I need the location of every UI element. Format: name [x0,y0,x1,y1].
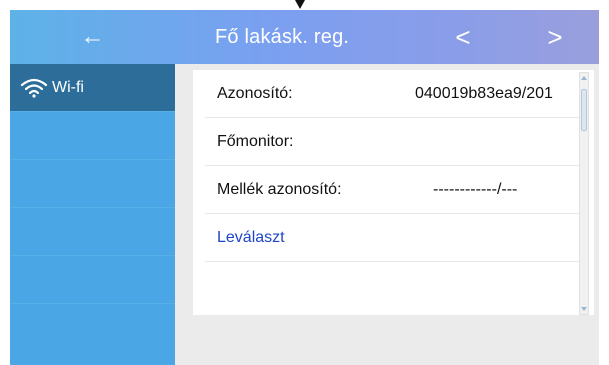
sidebar-item-empty [10,208,175,256]
sidebar: Wi-fi [10,64,175,365]
chevron-left-icon: < [455,21,471,52]
sidebar-item-empty [10,160,175,208]
previous-page-button[interactable]: < [443,10,483,64]
row-id: Azonosító: 040019b83ea9/201 [205,70,580,118]
extension-id-value: ------------/--- [433,180,518,198]
sidebar-item-empty [10,112,175,160]
row-empty [205,262,580,310]
id-label: Azonosító: [217,84,293,102]
scroll-down-icon[interactable] [581,307,587,311]
header-bar: ← Fő lakásk. reg. < > [10,10,599,64]
main-monitor-label: Főmonitor: [217,132,294,150]
next-page-button[interactable]: > [535,10,575,64]
row-main-monitor: Főmonitor: [205,118,580,166]
sidebar-item-empty [10,256,175,304]
back-arrow-icon: ← [80,23,105,50]
device-screen: ← Fő lakásk. reg. < > Wi-fi Azonosító: 0… [0,0,609,365]
pointer-marker [295,0,305,9]
row-disconnect: Leválaszt [205,214,580,262]
scrollbar-thumb[interactable] [581,89,587,131]
extension-id-label: Mellék azonosító: [217,180,342,198]
content-area: Azonosító: 040019b83ea9/201 Főmonitor: M… [175,64,599,365]
scrollbar[interactable] [579,72,589,315]
page-title: Fő lakásk. reg. [215,26,350,48]
sidebar-item-label: Wi-fi [52,78,84,96]
chevron-right-icon: > [547,21,563,52]
settings-panel: Azonosító: 040019b83ea9/201 Főmonitor: M… [193,70,594,315]
id-value: 040019b83ea9/201 [415,84,553,102]
row-extension-id: Mellék azonosító: ------------/--- [205,166,580,214]
wifi-icon [20,78,48,98]
disconnect-link[interactable]: Leválaszt [217,229,285,247]
scroll-up-icon[interactable] [581,76,587,80]
sidebar-item-wifi[interactable]: Wi-fi [10,64,175,112]
back-button[interactable]: ← [10,10,175,64]
